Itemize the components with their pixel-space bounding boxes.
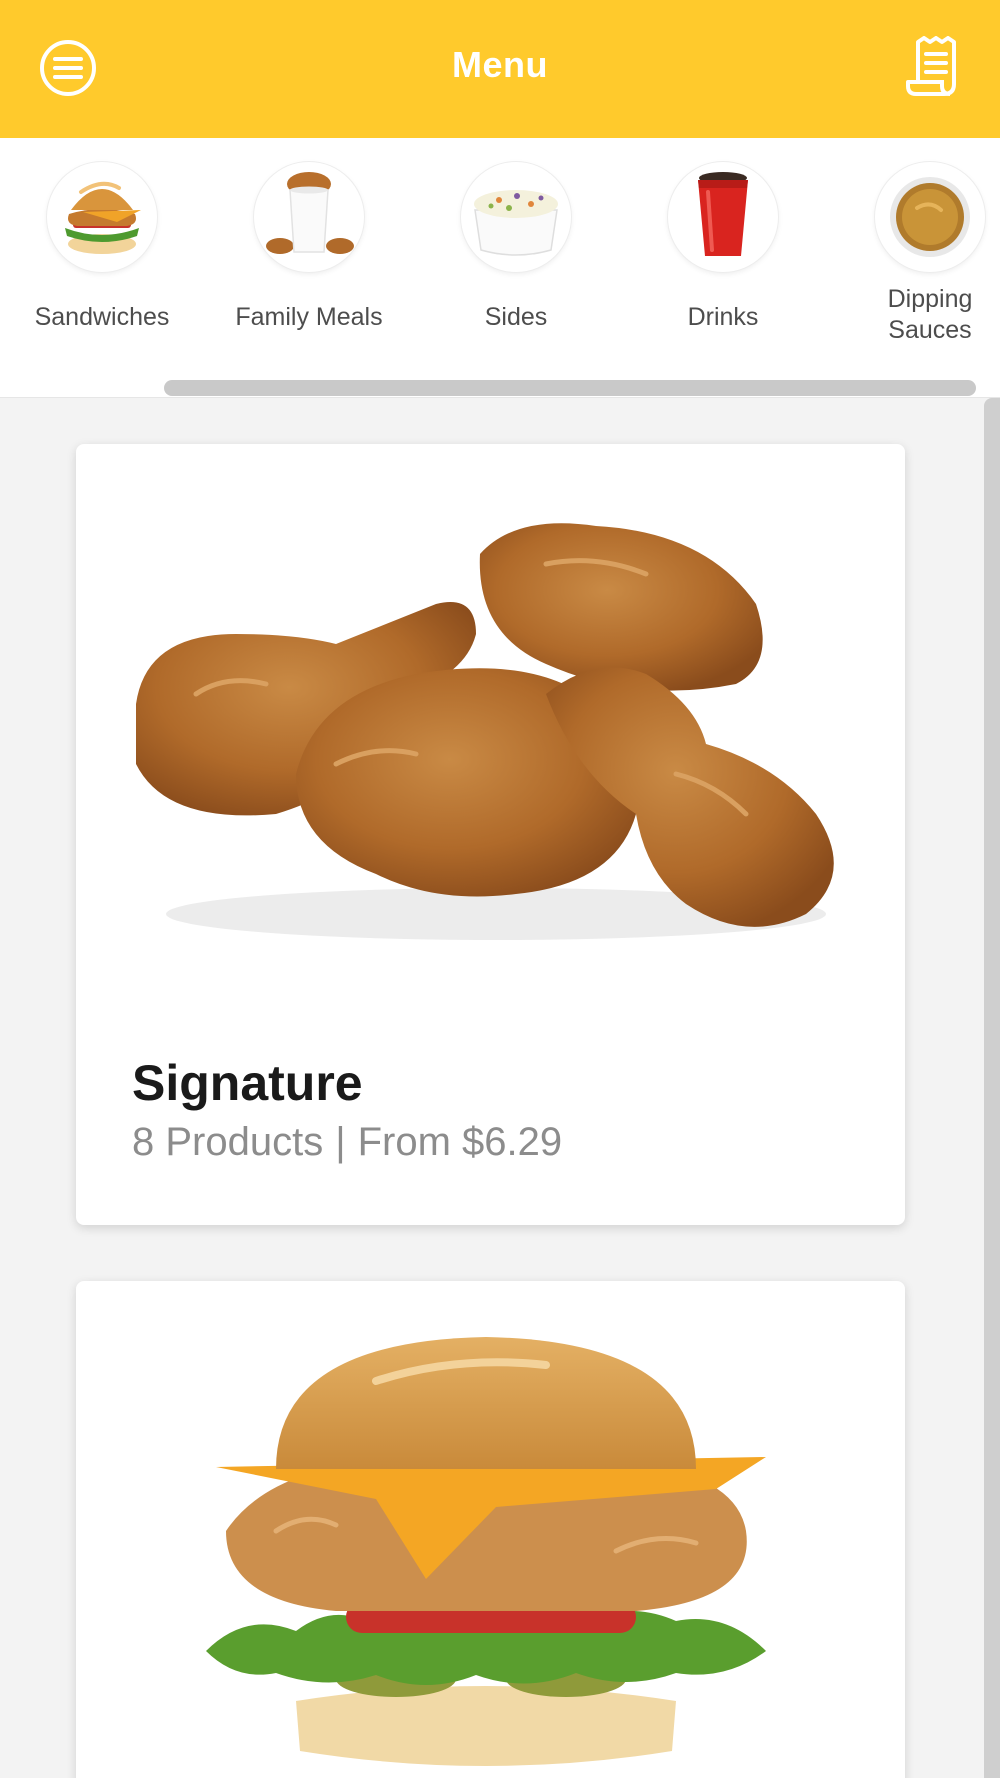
category-drinks[interactable]: Drinks — [623, 162, 823, 333]
menu-category-card[interactable] — [76, 1281, 905, 1778]
product-count: 8 Products — [132, 1120, 324, 1164]
horizontal-scrollbar[interactable] — [164, 380, 976, 396]
category-label: Sides — [484, 303, 548, 331]
category-carousel[interactable]: Sandwiches Family Meals Sides Drinks Dip… — [0, 138, 1000, 398]
sandwich-icon — [47, 162, 157, 272]
category-label: Dipping Sauces — [887, 285, 973, 344]
category-sides[interactable]: Sides — [416, 162, 616, 333]
menu-category-card[interactable]: Signature 8 Products | From $6.29 — [76, 444, 905, 1225]
price-from: From $6.29 — [357, 1120, 563, 1164]
category-label: Drinks — [687, 303, 759, 331]
app: Menu Sandwiches Family Meals Sides Drink… — [0, 0, 1000, 1778]
sauce-cup-icon — [875, 162, 985, 272]
page-title: Menu — [452, 44, 548, 85]
card-subtitle: 8 Products | From $6.29 — [132, 1120, 562, 1165]
chicken-sandwich-image — [206, 1337, 766, 1766]
drink-cup-icon — [668, 162, 778, 272]
category-family-meals[interactable]: Family Meals — [209, 162, 409, 333]
receipt-icon[interactable] — [904, 36, 966, 100]
vertical-scrollbar[interactable] — [984, 398, 1000, 1778]
chicken-bucket-icon — [254, 162, 364, 272]
top-app-bar: Menu — [0, 0, 1000, 138]
category-label: Family Meals — [235, 303, 383, 331]
category-dipping-sauces[interactable]: Dipping Sauces — [830, 162, 1000, 346]
category-label: Sandwiches — [34, 303, 170, 331]
card-title: Signature — [132, 1055, 363, 1111]
coleslaw-icon — [461, 162, 571, 272]
category-sandwiches[interactable]: Sandwiches — [2, 162, 202, 333]
subtitle-separator: | — [335, 1120, 346, 1164]
fried-chicken-image — [136, 523, 834, 940]
